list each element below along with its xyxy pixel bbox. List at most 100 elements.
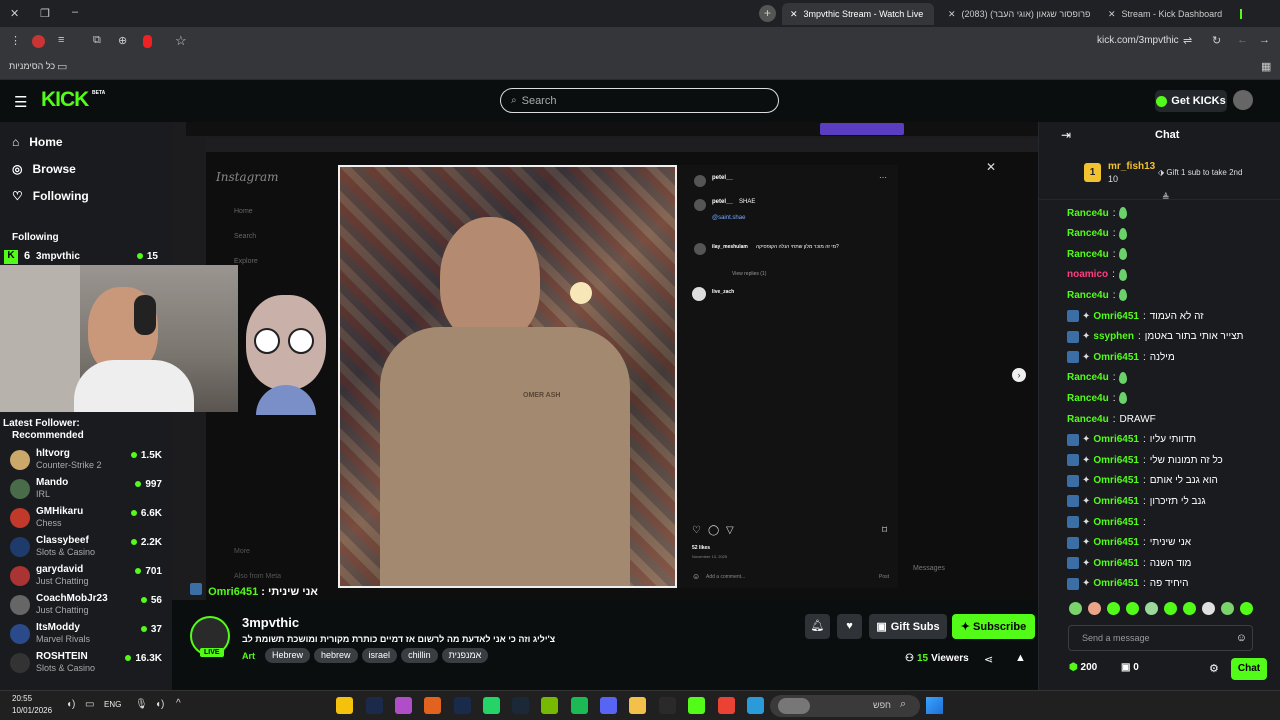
- sidebar-recommended-item[interactable]: CoachMobJr23 Just Chatting 56: [10, 593, 162, 619]
- sidebar-item-following[interactable]: ♡ Following: [12, 189, 89, 203]
- chat-message-input[interactable]: Send a message ☺: [1068, 625, 1253, 651]
- notifications-bell-icon[interactable]: 🔔︎: [805, 614, 830, 639]
- photoshop-app-icon[interactable]: [454, 697, 471, 714]
- apps-grid-icon[interactable]: ▦: [1261, 60, 1271, 73]
- chat-settings-icon[interactable]: ⚙: [1209, 662, 1219, 675]
- emote-icon[interactable]: [1069, 602, 1082, 615]
- bookmark-star-icon[interactable]: ☆: [175, 33, 187, 49]
- collapse-chat-icon[interactable]: ⇥: [1061, 128, 1071, 142]
- nvidia-app-icon[interactable]: [541, 697, 558, 714]
- get-kicks-button[interactable]: Get KICKs: [1155, 90, 1227, 112]
- emote-icon[interactable]: [1145, 602, 1158, 615]
- chat-username[interactable]: Rance4u: [1067, 228, 1109, 239]
- chat-username[interactable]: Rance4u: [1067, 249, 1109, 260]
- tab-kick-stream[interactable]: ✕ 3mpvthic Stream - Watch Live: [782, 3, 934, 25]
- tag-israel[interactable]: israel: [361, 648, 398, 663]
- chat-username[interactable]: Rance4u: [1067, 290, 1109, 301]
- tag-hebrew-art[interactable]: אמנפנית: [441, 648, 489, 663]
- sidebar-item-home[interactable]: ⌂ Home: [12, 135, 63, 149]
- reload-icon[interactable]: ↻: [1212, 34, 1221, 47]
- brave-app-icon[interactable]: [424, 697, 441, 714]
- taskbar-time[interactable]: 20:55: [12, 694, 32, 703]
- emote-icon[interactable]: [1126, 602, 1139, 615]
- address-bar[interactable]: kick.com/3mpvthic: [1097, 35, 1179, 46]
- microphone-icon[interactable]: 🎙︎: [135, 699, 148, 710]
- chat-username[interactable]: Rance4u: [1067, 372, 1109, 383]
- restore-window-icon[interactable]: ❐: [40, 7, 50, 20]
- share-icon[interactable]: ⋖: [984, 653, 993, 666]
- tag-hebrew-lower[interactable]: hebrew: [314, 648, 358, 663]
- epic-app-icon[interactable]: [659, 697, 676, 714]
- emote-icon[interactable]: [1183, 602, 1196, 615]
- sidebar-recommended-item[interactable]: ItsModdy Marvel Rivals 37: [10, 622, 162, 648]
- following-channel-row[interactable]: K 6 3mpvthic 15: [4, 249, 164, 265]
- emote-icon[interactable]: [1164, 602, 1177, 615]
- chrome-active-app-icon[interactable]: [718, 697, 735, 714]
- emote-icon[interactable]: [1202, 602, 1215, 615]
- speaker-icon[interactable]: ◖): [66, 699, 75, 710]
- gift-subs-button[interactable]: ▣ Gift Subs: [869, 614, 947, 639]
- extensions-puzzle-icon[interactable]: ⧉: [93, 34, 101, 47]
- tab-kick-dashboard[interactable]: ✕ Stream - Kick Dashboard: [1100, 3, 1250, 25]
- report-icon[interactable]: ▲: [1015, 652, 1026, 664]
- adblock-icon[interactable]: [143, 35, 152, 48]
- chat-username[interactable]: Omri6451: [1093, 352, 1139, 363]
- emote-icon[interactable]: [1221, 602, 1234, 615]
- windows-start-icon[interactable]: [926, 697, 943, 714]
- avatar[interactable]: [1233, 90, 1253, 110]
- chat-username[interactable]: Omri6451: [1093, 578, 1139, 589]
- sidebar-recommended-item[interactable]: hltvorg Counter-Strike 2 1.5K: [10, 448, 162, 474]
- emote-icon[interactable]: [1107, 602, 1120, 615]
- send-chat-button[interactable]: Chat: [1231, 658, 1267, 680]
- close-tab-icon[interactable]: ✕: [790, 9, 798, 20]
- close-tab-icon[interactable]: ✕: [948, 9, 956, 20]
- sidebar-recommended-item[interactable]: GMHikaru Chess 6.6K: [10, 506, 162, 532]
- chat-username[interactable]: Rance4u: [1067, 208, 1109, 219]
- chat-username[interactable]: Omri6451: [1093, 311, 1139, 322]
- minimize-window-icon[interactable]: –: [72, 6, 78, 18]
- sidebar-recommended-item[interactable]: Mando IRL 997: [10, 477, 162, 503]
- network-icon[interactable]: ▭: [85, 699, 94, 710]
- kicks-balance[interactable]: ⬢ 200: [1069, 662, 1097, 673]
- taskbar-date[interactable]: 10/01/2026: [12, 706, 52, 715]
- taskbar-search[interactable]: חפש ⌕: [770, 695, 920, 717]
- follow-heart-icon[interactable]: ♥: [837, 614, 862, 639]
- chat-username[interactable]: Omri6451: [1093, 434, 1139, 445]
- category-link[interactable]: Art: [242, 651, 255, 661]
- kick-logo[interactable]: KICK: [41, 88, 89, 112]
- hamburger-menu-icon[interactable]: ☰: [14, 93, 27, 111]
- spotify-app-icon[interactable]: [571, 697, 588, 714]
- photos-app-icon[interactable]: [395, 697, 412, 714]
- chrome-app-icon[interactable]: [336, 697, 353, 714]
- subscribe-button[interactable]: ✦ Subscribe: [952, 614, 1035, 639]
- all-bookmarks-label[interactable]: כל הסימניות: [9, 61, 55, 71]
- chat-username[interactable]: noamico: [1067, 269, 1108, 280]
- expand-icon[interactable]: ≜: [1162, 192, 1170, 203]
- explorer-app-icon[interactable]: [629, 697, 646, 714]
- chat-username[interactable]: Omri6451: [1093, 496, 1139, 507]
- emote-icon[interactable]: [1088, 602, 1101, 615]
- chat-username[interactable]: Omri6451: [1093, 455, 1139, 466]
- plus-extension-icon[interactable]: ⊕: [118, 34, 127, 47]
- emoji-picker-icon[interactable]: ☺: [1236, 632, 1247, 644]
- close-tab-icon[interactable]: ✕: [1108, 9, 1116, 20]
- chat-username[interactable]: Omri6451: [1093, 475, 1139, 486]
- subs-balance[interactable]: ▣ 0: [1121, 662, 1139, 673]
- steam-app-icon[interactable]: [512, 697, 529, 714]
- emote-icon[interactable]: [1240, 602, 1253, 615]
- whatsapp-app-icon[interactable]: [483, 697, 500, 714]
- sidebar-recommended-item[interactable]: Classybeef Slots & Casino 2.2K: [10, 535, 162, 561]
- gift-sub-prompt[interactable]: ⬗ Gift 1 sub to take 2nd: [1158, 168, 1242, 177]
- language-indicator[interactable]: ENG: [104, 700, 121, 709]
- sidebar-item-browse[interactable]: ◎ Browse: [12, 162, 76, 176]
- forward-icon[interactable]: ←: [1237, 34, 1248, 46]
- close-window-icon[interactable]: ✕: [10, 7, 19, 20]
- menu-dots-icon[interactable]: ⋮: [10, 34, 21, 47]
- extension-icon[interactable]: [32, 35, 45, 48]
- site-settings-icon[interactable]: ⇌: [1183, 34, 1192, 47]
- chat-username[interactable]: ssyphen: [1093, 331, 1134, 342]
- tag-hebrew[interactable]: Hebrew: [265, 648, 311, 663]
- playlist-icon[interactable]: ≡: [58, 34, 64, 46]
- lr-app-icon[interactable]: [366, 697, 383, 714]
- tab-youtube[interactable]: ✕ פרופסור שגאון (אוגי העבר) (2083): [940, 3, 1100, 25]
